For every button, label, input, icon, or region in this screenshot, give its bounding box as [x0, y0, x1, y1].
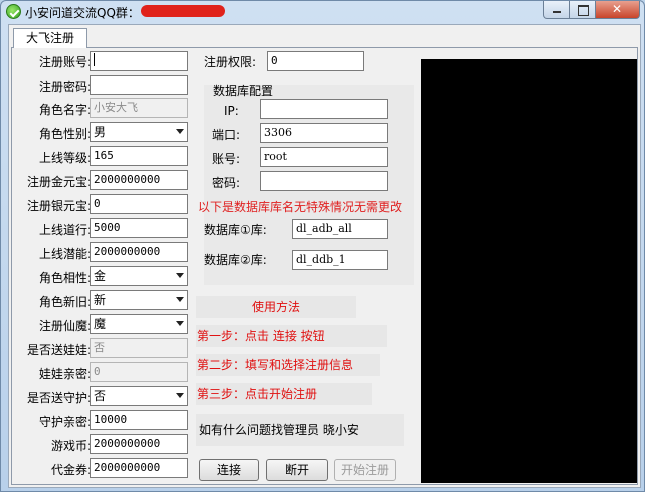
app-logo-icon: [6, 4, 21, 19]
disconnect-button[interactable]: 断开: [266, 459, 328, 481]
output-panel: [421, 59, 637, 483]
permission-label: 注册权限:: [204, 55, 257, 69]
element-select[interactable]: 金: [90, 266, 188, 286]
coins-label: 游戏币:: [50, 439, 91, 453]
send-doll-label: 是否送娃娃:: [26, 343, 91, 357]
db-pass-label: 密码:: [212, 176, 241, 190]
xianmo-label: 注册仙魔:: [38, 319, 91, 333]
db-user-label: 账号:: [212, 152, 241, 166]
howto-step1: 第一步：点击 连接 按钮: [196, 325, 387, 347]
chevron-down-icon: [176, 321, 184, 326]
db1-input[interactable]: dl_adb_all: [292, 219, 388, 239]
send-guardian-value: 否: [94, 389, 107, 403]
connect-button[interactable]: 连接: [199, 459, 259, 481]
db-note: 以下是数据库库名无特殊情况无需更改: [198, 200, 403, 214]
doll-intimacy-label: 娃娃亲密:: [38, 367, 91, 381]
chevron-down-icon: [176, 393, 184, 398]
permission-input[interactable]: 0: [267, 51, 364, 71]
howto-title: 使用方法: [196, 296, 356, 318]
db-port-input[interactable]: 3306: [260, 123, 388, 143]
send-guardian-select[interactable]: 否: [90, 386, 188, 406]
account-label: 注册账号:: [38, 55, 91, 69]
window-title: 小安问道交流QQ群：: [25, 6, 140, 20]
element-value: 金: [94, 269, 107, 283]
voucher-input[interactable]: 2000000000: [90, 458, 188, 478]
contact-admin-text: 如有什么问题找管理员 晓小安: [196, 414, 404, 446]
db-ip-label: IP:: [224, 104, 239, 118]
potential-input[interactable]: 2000000000: [90, 242, 188, 262]
silver-input[interactable]: 0: [90, 194, 188, 214]
db-user-input[interactable]: root: [260, 147, 388, 167]
account-input[interactable]: [90, 51, 188, 71]
tab-register[interactable]: 大飞注册: [13, 28, 87, 48]
gender-label: 角色性别:: [38, 127, 91, 141]
potential-label: 上线潜能:: [38, 247, 91, 261]
minimize-button[interactable]: [543, 1, 570, 19]
daoxing-input[interactable]: 5000: [90, 218, 188, 238]
howto-step2: 第二步：填写和选择注册信息: [196, 354, 380, 376]
doll-intimacy-input[interactable]: 0: [90, 362, 188, 382]
coins-input[interactable]: 2000000000: [90, 434, 188, 454]
voucher-label: 代金券:: [50, 463, 91, 477]
db2-label: 数据库②库:: [204, 253, 267, 267]
xianmo-select[interactable]: 魔: [90, 314, 188, 334]
send-doll-select[interactable]: 否: [90, 338, 188, 358]
gold-label: 注册金元宝:: [26, 175, 91, 189]
db-port-label: 端口:: [212, 128, 241, 142]
newold-value: 新: [94, 293, 107, 307]
chevron-down-icon: [176, 273, 184, 278]
close-button[interactable]: [596, 1, 640, 19]
send-guardian-label: 是否送守护:: [26, 391, 91, 405]
title-bar[interactable]: 小安问道交流QQ群：: [1, 1, 644, 23]
chevron-down-icon: [176, 297, 184, 302]
app-window: 小安问道交流QQ群： 大飞注册 注册账号: 注册密码: 角色名字: 小安大飞 角…: [0, 0, 645, 492]
howto-step3: 第三步：点击开始注册: [196, 383, 372, 405]
db-config-title: 数据库配置: [213, 84, 274, 98]
xianmo-value: 魔: [94, 317, 107, 331]
client-area: 大飞注册 注册账号: 注册密码: 角色名字: 小安大飞 角色性别: 男 上线等级…: [8, 24, 641, 488]
redacted-qq-number: [141, 5, 225, 17]
level-label: 上线等级:: [38, 151, 91, 165]
role-name-input[interactable]: 小安大飞: [90, 98, 188, 118]
gender-select[interactable]: 男: [90, 122, 188, 142]
chevron-down-icon: [176, 129, 184, 134]
gold-input[interactable]: 2000000000: [90, 170, 188, 190]
maximize-button[interactable]: [570, 1, 596, 19]
element-label: 角色相性:: [38, 271, 91, 285]
level-input[interactable]: 165: [90, 146, 188, 166]
guardian-intimacy-input[interactable]: 10000: [90, 410, 188, 430]
gender-value: 男: [94, 125, 107, 139]
guardian-intimacy-label: 守护亲密:: [38, 415, 91, 429]
daoxing-label: 上线道行:: [38, 223, 91, 237]
newold-select[interactable]: 新: [90, 290, 188, 310]
role-name-label: 角色名字:: [38, 103, 91, 117]
password-input[interactable]: [90, 75, 188, 95]
db-pass-input[interactable]: [260, 171, 388, 191]
start-register-button[interactable]: 开始注册: [334, 459, 396, 481]
db-ip-input[interactable]: [260, 99, 388, 119]
newold-label: 角色新旧:: [38, 295, 91, 309]
db2-input[interactable]: dl_ddb_1: [292, 250, 388, 270]
db1-label: 数据库①库:: [204, 223, 267, 237]
password-label: 注册密码:: [38, 80, 91, 94]
silver-label: 注册银元宝:: [26, 199, 91, 213]
